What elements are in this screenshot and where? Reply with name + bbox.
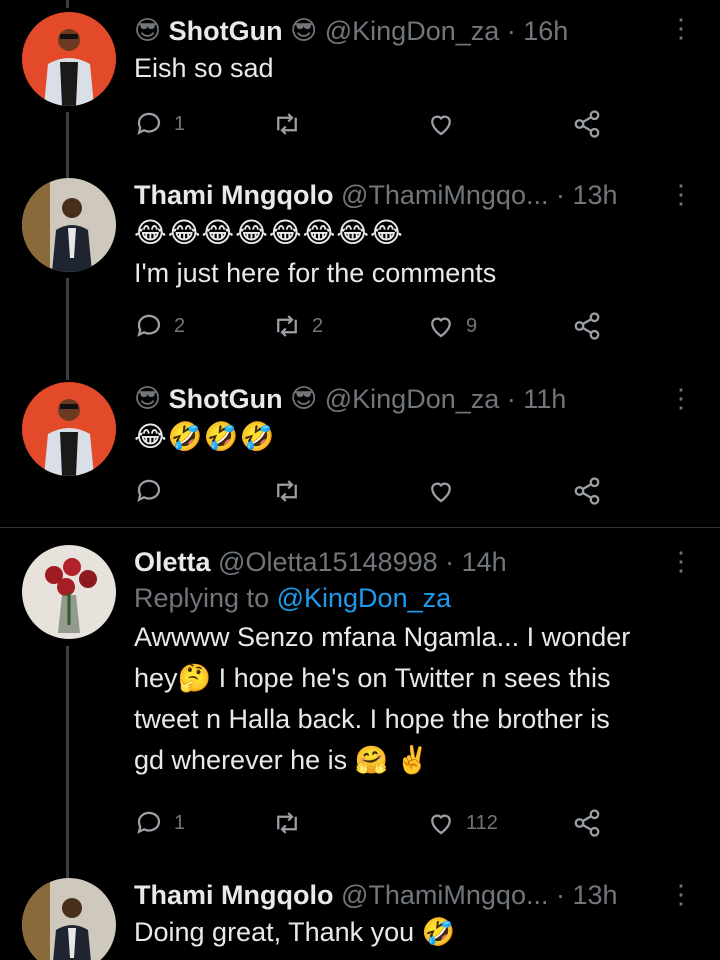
tweet-text: Doing great, Thank you 🤣 — [134, 917, 456, 947]
heart-icon — [431, 317, 451, 338]
heart-icon — [431, 482, 451, 503]
reply-button[interactable]: 2 — [134, 311, 185, 341]
like-button[interactable]: 9 — [426, 311, 477, 341]
timestamp[interactable]: · 14h — [445, 545, 507, 579]
retweet-icon — [277, 113, 297, 135]
reply-count: 1 — [174, 112, 186, 135]
mention-link[interactable]: @KingDon_za — [277, 583, 452, 613]
tweet-text: Eish so sad — [134, 53, 274, 83]
share-button[interactable] — [572, 109, 602, 139]
reply-icon — [137, 112, 161, 135]
replying-to: Replying to @KingDon_za — [134, 579, 704, 617]
tweet-text-line: tweet n Halla back. I hope the brother i… — [134, 704, 610, 734]
reply-count: 1 — [174, 811, 186, 834]
retweet-count: 2 — [312, 314, 324, 337]
avatar[interactable] — [22, 12, 116, 106]
reply-button[interactable] — [134, 476, 174, 506]
reply-icon — [137, 479, 161, 502]
avatar[interactable] — [22, 878, 116, 960]
tweet-header: 😎 ShotGun 😎 @KingDon_za · 11h — [134, 382, 704, 416]
tweet-actions: 1 112 — [134, 808, 614, 838]
avatar[interactable] — [22, 382, 116, 476]
divider — [0, 527, 720, 528]
timestamp[interactable]: · 13h — [556, 178, 618, 212]
reply-count: 2 — [174, 314, 186, 337]
tweet-text: Awwww Senzo mfana Ngamla... I wonder hey… — [134, 617, 704, 781]
tweet[interactable]: Thami Mngqolo @ThamiMngqo... · 13h 😂😂😂😂😂… — [0, 178, 720, 378]
tweet-header: Oletta @Oletta15148998 · 14h — [134, 545, 704, 579]
reply-icon — [137, 314, 161, 337]
tweet-header: Thami Mngqolo @ThamiMngqo... · 13h — [134, 178, 704, 212]
tweet[interactable]: 😎 ShotGun 😎 @KingDon_za · 16h Eish so sa… — [0, 0, 720, 178]
display-name[interactable]: Thami Mngqolo — [134, 178, 333, 212]
retweet-icon — [277, 812, 297, 834]
tweet-header: Thami Mngqolo @ThamiMngqo... · 13h — [134, 878, 704, 912]
tweet[interactable]: Oletta @Oletta15148998 · 14h Replying to… — [0, 545, 720, 875]
avatar[interactable] — [22, 178, 116, 272]
tweet-actions — [134, 476, 614, 506]
handle[interactable]: @KingDon_za — [325, 382, 500, 416]
reply-button[interactable]: 1 — [134, 109, 185, 139]
handle[interactable]: @ThamiMngqo... — [341, 878, 548, 912]
reply-icon — [137, 811, 161, 834]
avatar[interactable] — [22, 545, 116, 639]
tweet-text-line: Awwww Senzo mfana Ngamla... I wonder — [134, 622, 631, 652]
emoji-line: 😂😂😂😂😂😂😂😂 — [134, 216, 404, 249]
like-count: 112 — [466, 811, 498, 834]
timestamp[interactable]: · 13h — [556, 878, 618, 912]
timestamp[interactable]: · 11h — [507, 382, 567, 416]
tweet[interactable]: Thami Mngqolo @ThamiMngqo... · 13h Doing… — [0, 878, 720, 960]
handle[interactable]: @ThamiMngqo... — [341, 178, 548, 212]
tweet-header: 😎 ShotGun 😎 @KingDon_za · 16h — [134, 14, 704, 48]
like-count: 9 — [466, 314, 478, 337]
like-button[interactable] — [426, 109, 466, 139]
tweet-actions: 2 2 9 — [134, 311, 614, 341]
timestamp[interactable]: · 16h — [507, 14, 569, 48]
like-button[interactable]: 112 — [426, 808, 498, 838]
share-icon — [574, 477, 600, 505]
sunglasses-emoji: 😎 — [134, 384, 162, 414]
sunglasses-emoji: 😎 — [134, 16, 162, 46]
retweet-icon — [277, 480, 297, 502]
handle[interactable]: @Oletta15148998 — [218, 545, 438, 579]
display-name[interactable]: Thami Mngqolo — [134, 878, 333, 912]
retweet-button[interactable] — [272, 476, 312, 506]
sunglasses-emoji: 😎 — [290, 16, 318, 46]
share-button[interactable] — [572, 311, 602, 341]
sunglasses-emoji: 😎 — [290, 384, 318, 414]
share-button[interactable] — [572, 476, 602, 506]
tweet-actions: 1 — [134, 109, 614, 139]
share-button[interactable] — [572, 808, 602, 838]
emoji-line: 😂🤣🤣🤣 — [134, 420, 276, 453]
tweet-text: I'm just here for the comments — [134, 258, 497, 288]
reply-button[interactable]: 1 — [134, 808, 185, 838]
heart-icon — [431, 115, 451, 136]
tweet[interactable]: 😎 ShotGun 😎 @KingDon_za · 11h 😂🤣🤣🤣 ⋮ — [0, 380, 720, 527]
retweet-icon — [277, 315, 297, 337]
like-button[interactable] — [426, 476, 466, 506]
handle[interactable]: @KingDon_za — [325, 14, 500, 48]
more-vertical-icon[interactable]: ⋮ — [668, 14, 694, 42]
tweet-text-line: hey🤔 I hope he's on Twitter n sees this — [134, 663, 611, 693]
tweet-text-line: gd wherever he is 🤗 ✌ — [134, 745, 430, 775]
display-name[interactable]: Oletta — [134, 545, 211, 579]
retweet-button[interactable]: 2 — [272, 311, 323, 341]
display-name[interactable]: ShotGun — [169, 14, 283, 48]
more-vertical-icon[interactable]: ⋮ — [668, 547, 694, 575]
retweet-button[interactable] — [272, 808, 312, 838]
more-vertical-icon[interactable]: ⋮ — [668, 384, 694, 412]
display-name[interactable]: ShotGun — [169, 382, 283, 416]
more-vertical-icon[interactable]: ⋮ — [668, 880, 694, 908]
share-icon — [574, 110, 600, 138]
retweet-button[interactable] — [272, 109, 312, 139]
more-vertical-icon[interactable]: ⋮ — [668, 180, 694, 208]
heart-icon — [431, 814, 451, 835]
share-icon — [574, 809, 600, 837]
replying-prefix: Replying to — [134, 583, 270, 613]
share-icon — [574, 312, 600, 340]
